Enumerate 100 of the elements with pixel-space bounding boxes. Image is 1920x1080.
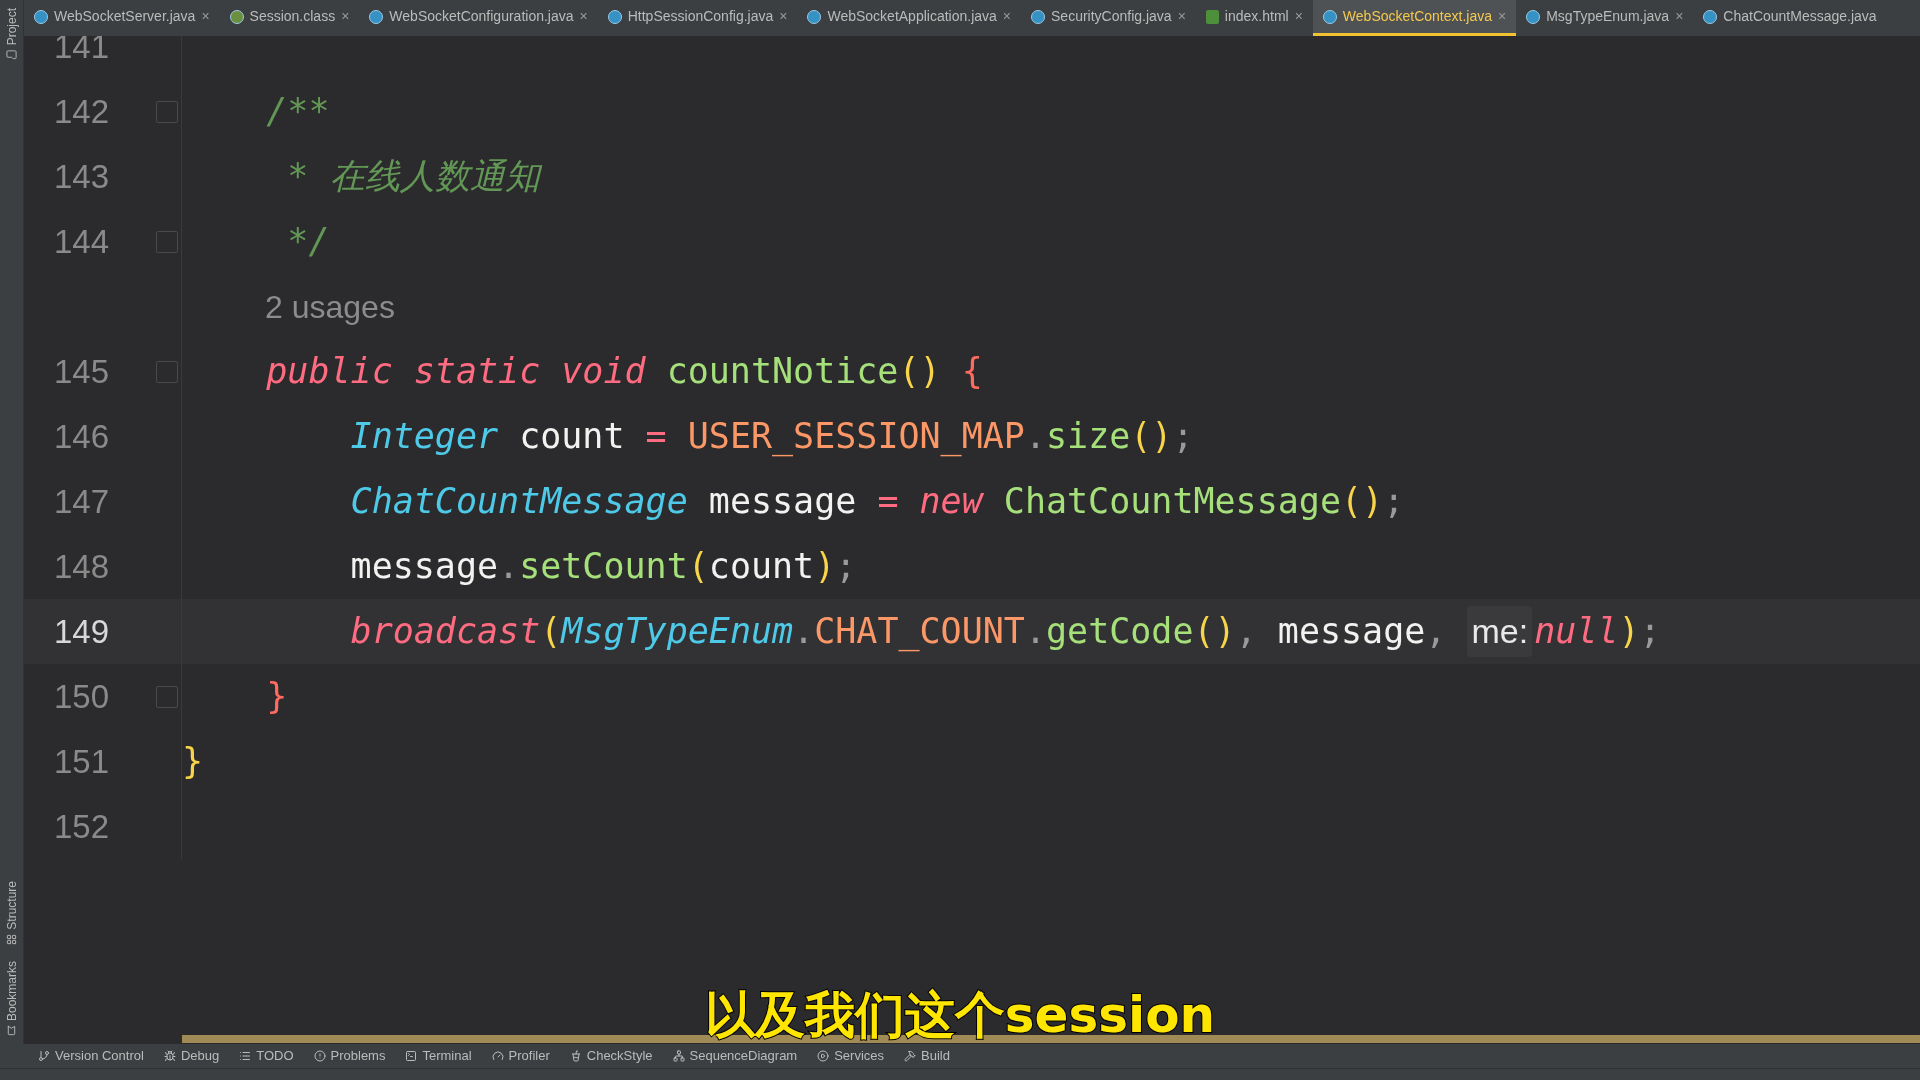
close-icon[interactable]: × <box>779 6 788 27</box>
code-comment: /** <box>265 90 330 134</box>
fold-marker-icon[interactable] <box>156 685 178 708</box>
close-icon[interactable]: × <box>1002 6 1012 27</box>
class-icon <box>34 9 48 24</box>
line-number: 147 <box>54 481 110 522</box>
editor-tab[interactable]: WebSocketContext.java × <box>1312 0 1517 36</box>
enum-icon <box>1526 9 1541 24</box>
code-token: ; <box>1172 415 1194 459</box>
editor-tab[interactable]: ChatCountMessage.java <box>1693 0 1887 36</box>
tool-window-button[interactable]: Build <box>904 1046 950 1066</box>
side-panel-tab[interactable]: Structure <box>0 873 23 953</box>
editor-tab[interactable]: Session.class × <box>219 0 360 36</box>
code-token: ) <box>814 545 836 589</box>
editor-tab[interactable]: WebSocketConfiguration.java × <box>359 0 598 36</box>
close-icon[interactable]: × <box>579 6 588 27</box>
structure-icon <box>6 933 17 945</box>
code-token: Integer <box>349 415 499 459</box>
tool-window-button[interactable]: Problems <box>313 1046 386 1066</box>
fold-marker-icon[interactable] <box>156 360 178 383</box>
close-icon[interactable]: × <box>1177 6 1186 27</box>
code-comment: */ <box>286 220 330 264</box>
line-number: 151 <box>54 741 110 782</box>
editor-tab[interactable]: MsgTypeEnum.java × <box>1516 0 1694 36</box>
tool-window-button[interactable]: Debug <box>163 1046 220 1066</box>
code-token: setCount <box>519 545 688 589</box>
code-token: message <box>707 480 858 524</box>
code-token: = <box>645 415 668 459</box>
editor-tab[interactable]: WebSocketApplication.java × <box>797 0 1022 36</box>
tool-window-button[interactable]: Version Control <box>38 1046 144 1066</box>
code-token: . <box>498 545 520 589</box>
code-token: ; <box>835 545 857 589</box>
line-number: 148 <box>54 546 110 587</box>
terminal-icon <box>405 1050 418 1062</box>
class-icon <box>607 9 622 24</box>
tool-window-button[interactable]: Services <box>817 1046 885 1066</box>
editor-tab[interactable]: index.html × <box>1195 0 1313 36</box>
bug-icon <box>163 1050 176 1062</box>
list-icon <box>239 1050 252 1062</box>
close-icon[interactable]: × <box>201 6 210 27</box>
code-token: , <box>1235 610 1257 654</box>
code-token: null <box>1534 610 1619 654</box>
close-icon[interactable]: × <box>1294 6 1303 27</box>
code-token: ( <box>687 545 709 589</box>
class-icon <box>1703 9 1718 24</box>
branch-icon <box>38 1050 50 1062</box>
parameter-hint: me: <box>1467 606 1533 657</box>
line-number: 149 <box>54 611 110 652</box>
close-icon[interactable]: × <box>1675 6 1684 27</box>
tool-window-button[interactable]: Profiler <box>491 1046 550 1066</box>
code-token: USER_SESSION_MAP <box>687 415 1025 459</box>
code-token: message <box>1276 610 1426 654</box>
hammer-icon <box>904 1050 917 1062</box>
bookmark-icon <box>6 1025 17 1036</box>
code-token: MsgTypeEnum <box>561 610 794 654</box>
code-token: ; <box>1639 610 1661 654</box>
code-token: count <box>708 545 815 589</box>
html-file-icon <box>1205 9 1219 24</box>
class-icon <box>1322 9 1337 24</box>
diagram-icon <box>672 1050 685 1062</box>
play-icon <box>817 1050 830 1062</box>
tool-window-button[interactable]: Terminal <box>405 1046 472 1066</box>
line-number: 146 <box>54 416 110 457</box>
usages-hint[interactable]: 2 usages <box>265 282 395 331</box>
tool-window-button[interactable]: SequenceDiagram <box>672 1046 798 1066</box>
line-number: 144 <box>54 221 110 262</box>
side-panel-tab[interactable]: Bookmarks <box>0 952 23 1044</box>
tool-window-button[interactable]: TODO <box>239 1046 294 1066</box>
video-subtitle-overlay: 以及我们这个session <box>704 990 1216 1040</box>
class-icon <box>807 9 822 24</box>
code-token: ChatCountMessage <box>349 480 688 524</box>
code-token: count <box>518 415 626 459</box>
fold-marker-icon[interactable] <box>156 100 178 123</box>
line-number: 143 <box>54 156 110 197</box>
tool-window-button[interactable]: CheckStyle <box>569 1046 653 1066</box>
editor-tab[interactable]: HttpSessionConfig.java × <box>597 0 798 36</box>
line-number: 152 <box>54 806 110 847</box>
code-token: public static void <box>265 350 647 394</box>
line-number: 142 <box>54 91 110 132</box>
editor-tab[interactable]: WebSocketServer.java × <box>24 0 220 36</box>
close-icon[interactable]: × <box>341 6 350 27</box>
code-token: ) <box>1618 610 1640 654</box>
editor-tab[interactable]: SecurityConfig.java × <box>1021 0 1196 36</box>
class-icon <box>369 9 384 24</box>
code-token: () <box>898 350 942 394</box>
code-token: () <box>1130 415 1173 459</box>
code-token: } <box>265 675 288 719</box>
code-token: } <box>182 740 204 784</box>
code-token: { <box>961 350 983 394</box>
code-token: ChatCountMessage <box>1003 480 1341 524</box>
code-token: CHAT_COUNT <box>814 610 1025 654</box>
code-token: = new <box>877 480 985 524</box>
close-icon[interactable]: × <box>1498 6 1507 27</box>
code-token: message <box>349 545 499 589</box>
code-token: ; <box>1383 480 1405 524</box>
code-token: getCode <box>1046 610 1194 654</box>
code-token: () <box>1341 480 1384 524</box>
fold-marker-icon[interactable] <box>156 230 178 253</box>
side-panel-tab[interactable]: Project <box>0 0 23 69</box>
code-token: size <box>1046 415 1131 459</box>
